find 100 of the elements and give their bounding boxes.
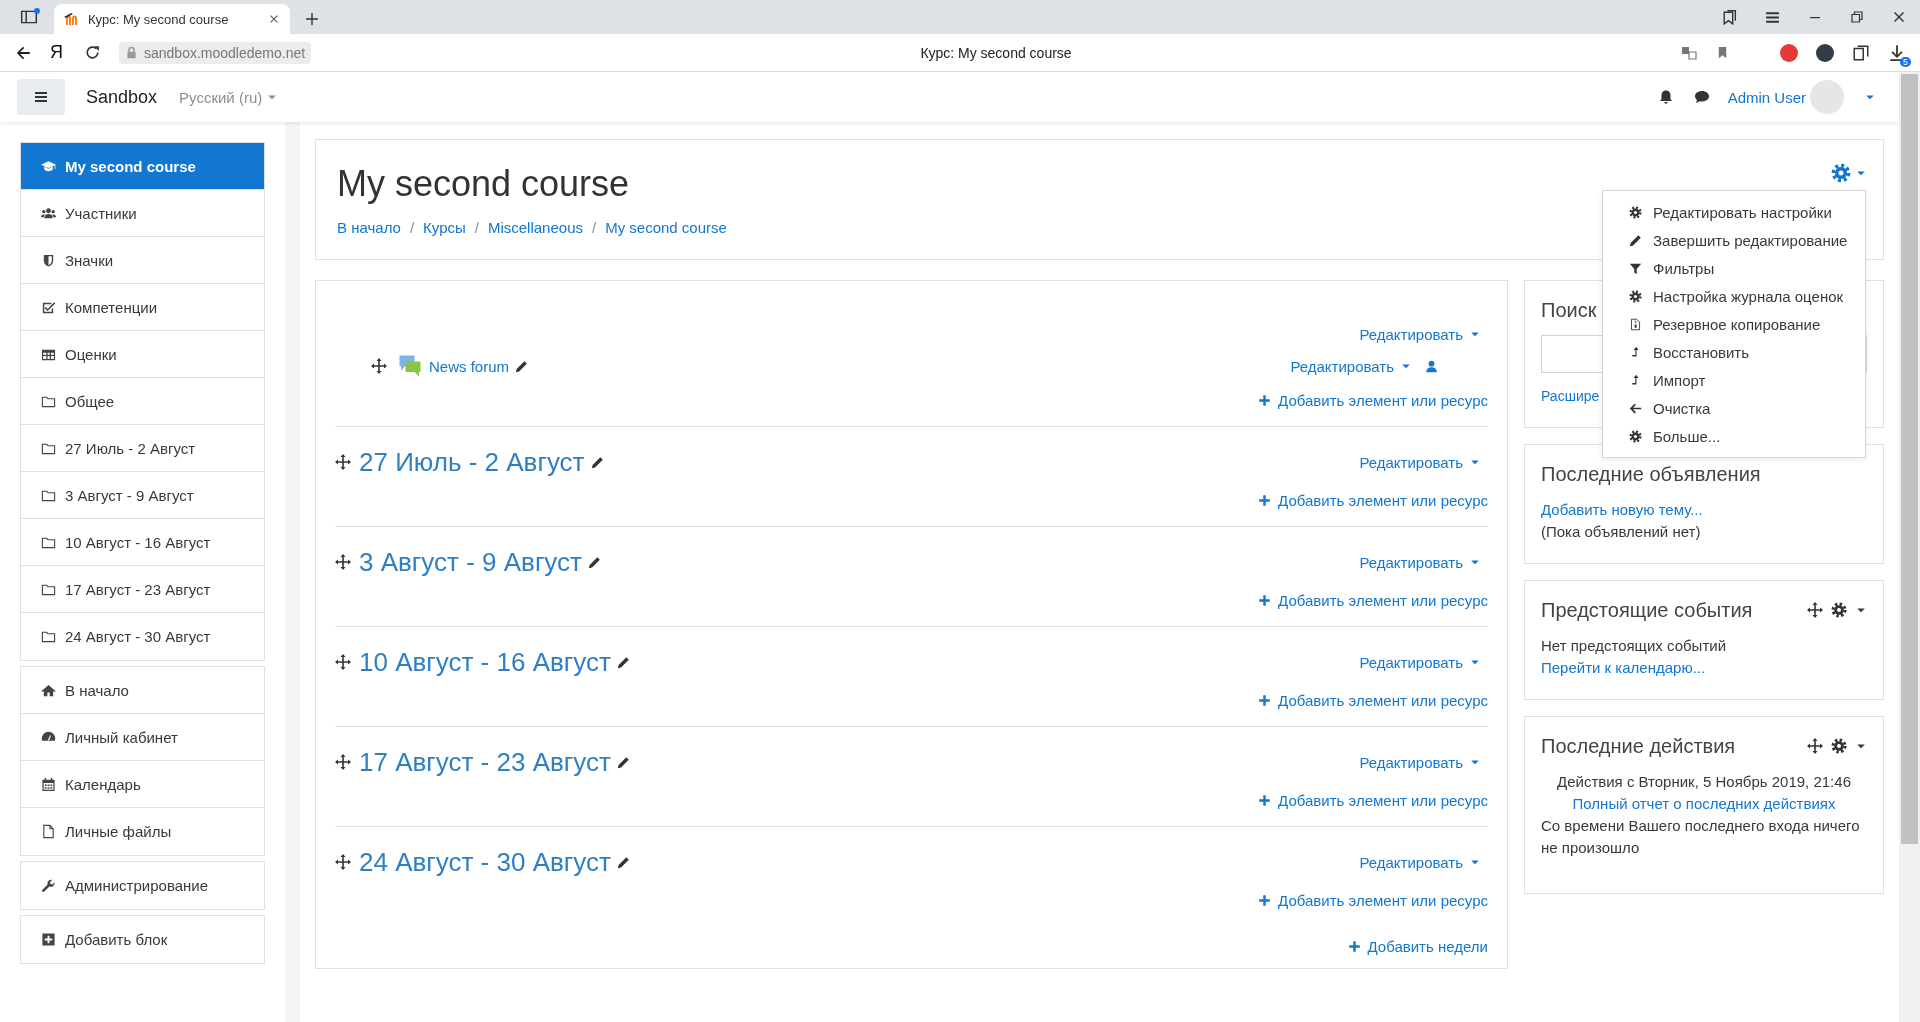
add-activity-link[interactable]: Добавить элемент или ресурс [1258,592,1488,609]
advanced-search-link[interactable]: Расшире [1541,388,1600,404]
language-menu[interactable]: Русский (ru) [179,88,279,106]
home-icon [41,682,56,698]
menu-item[interactable]: Восстановить [1603,338,1865,366]
settings-menu-button[interactable] [1831,161,1867,185]
menu-item[interactable]: Редактировать настройки [1603,198,1865,226]
plus-icon [1258,594,1272,607]
breadcrumb-link[interactable]: My second course [605,218,727,238]
full-report-link[interactable]: Полный отчет о последних действиях [1572,795,1836,812]
settings-icon[interactable] [1831,602,1847,618]
forum-icon [398,354,422,378]
breadcrumb-link[interactable]: Курсы [423,218,466,238]
reload-icon[interactable] [84,44,101,61]
add-weeks-link[interactable]: Добавить недели [1347,938,1488,955]
edit-menu[interactable]: Редактировать [1359,853,1481,871]
menu-item[interactable]: Резервное копирование [1603,310,1865,338]
breadcrumb-link[interactable]: В начало [337,218,401,238]
no-events-text: Нет предстоящих событий [1541,636,1727,656]
translate-icon[interactable] [1681,44,1697,61]
move-icon[interactable] [335,654,351,670]
block-title: Предстоящие события [1541,599,1753,621]
menu-item[interactable]: Очистка [1603,394,1865,422]
pencil-icon [1629,233,1642,247]
pencil-icon[interactable] [588,555,601,569]
add-topic-link[interactable]: Добавить новую тему... [1541,501,1703,518]
tab-title: Курс: My second course [88,11,230,27]
block-title: Поиск [1541,299,1597,321]
move-icon[interactable] [335,854,351,870]
menu-button[interactable] [17,79,65,115]
add-activity-link[interactable]: Добавить элемент или ресурс [1258,492,1488,509]
course-title: My second course [337,162,631,206]
no-activity-text: Со времени Вашего последнего входа ничего не произошло [1541,816,1861,858]
menu-item[interactable]: Настройка журнала оценок [1603,282,1865,310]
section-title[interactable]: 24 Август - 30 Август [359,846,611,878]
move-icon[interactable] [1807,738,1823,754]
add-activity-link[interactable]: Добавить элемент или ресурс [1258,892,1488,909]
move-icon[interactable] [335,554,351,570]
section-title[interactable]: 3 Август - 9 Август [359,546,582,578]
site-name[interactable]: Sandbox [86,86,158,108]
block-title: Последние действия [1541,735,1736,757]
plus-icon [1258,794,1272,807]
browser-tab[interactable]: Курс: My second course [54,4,290,34]
sidebar-icon[interactable] [20,8,38,26]
edit-menu[interactable]: Редактировать [1359,753,1481,771]
move-icon[interactable] [1807,602,1823,618]
edit-menu[interactable]: Редактировать [1290,357,1412,375]
address-field[interactable]: sandbox.moodledemo.net [119,41,312,64]
section-title[interactable]: 10 Август - 16 Август [359,646,611,678]
edit-menu[interactable]: Редактировать [1359,453,1481,471]
menu-item[interactable]: Импорт [1603,366,1865,394]
file-icon [41,824,56,839]
move-icon[interactable] [371,358,387,374]
extension-icon[interactable] [1816,43,1834,62]
moodle-logo-icon [64,12,80,26]
menu-item[interactable]: Больше... [1603,422,1865,450]
notification-dot [34,8,40,14]
pencil-icon[interactable] [616,755,630,769]
shield-icon [41,252,56,268]
move-icon[interactable] [335,754,351,770]
add-activity-link[interactable]: Добавить элемент или ресурс [1258,692,1488,709]
breadcrumb-link[interactable]: Miscellaneous [487,218,583,238]
sidebar-item[interactable]: My second course [21,143,264,190]
breadcrumb-separator: / [474,218,479,238]
edit-menu[interactable]: Редактировать [1359,653,1481,671]
bell-icon[interactable] [1657,89,1674,105]
scrollbar[interactable] [1899,72,1920,1022]
section-title[interactable]: 27 Июль - 2 Август [359,446,585,478]
restore-icon[interactable] [1849,9,1865,25]
settings-icon [1629,289,1642,303]
menu-item[interactable]: Фильтры [1603,254,1865,282]
settings-icon[interactable] [1831,738,1847,754]
edit-menu[interactable]: Редактировать [1359,324,1481,344]
edit-menu[interactable]: Редактировать [1359,553,1481,571]
bookmarks-icon[interactable] [1721,8,1738,26]
graduation-cap-icon [41,158,56,174]
wrench-icon [41,878,56,893]
add-activity-link[interactable]: Добавить элемент или ресурс [1258,792,1488,809]
pencil-icon[interactable] [616,855,630,869]
pencil-icon[interactable] [590,455,604,469]
close-icon[interactable] [268,13,280,25]
clipboard-icon[interactable] [1852,43,1870,62]
calendar-link[interactable]: Перейти к календарю... [1541,659,1706,676]
user-name[interactable]: Admin User [1727,88,1806,106]
new-tab-icon[interactable] [304,11,320,27]
folder-icon [41,629,56,644]
chat-icon[interactable] [1693,89,1710,105]
user-icon[interactable] [1425,359,1438,373]
browser-logo[interactable]: Я [50,42,66,63]
users-icon [41,205,56,221]
scrollbar-thumb[interactable] [1901,74,1918,844]
move-icon[interactable] [335,454,351,470]
menu-item[interactable]: Завершить редактирование [1603,226,1865,254]
activity-link[interactable]: News forum [429,357,510,375]
pencil-icon[interactable] [515,359,529,373]
plus-icon [1258,494,1272,507]
section-title[interactable]: 17 Август - 23 Август [359,746,611,778]
plus-icon [1258,894,1272,907]
pencil-icon[interactable] [616,655,630,669]
add-activity-link[interactable]: Добавить элемент или ресурс [1258,392,1488,409]
